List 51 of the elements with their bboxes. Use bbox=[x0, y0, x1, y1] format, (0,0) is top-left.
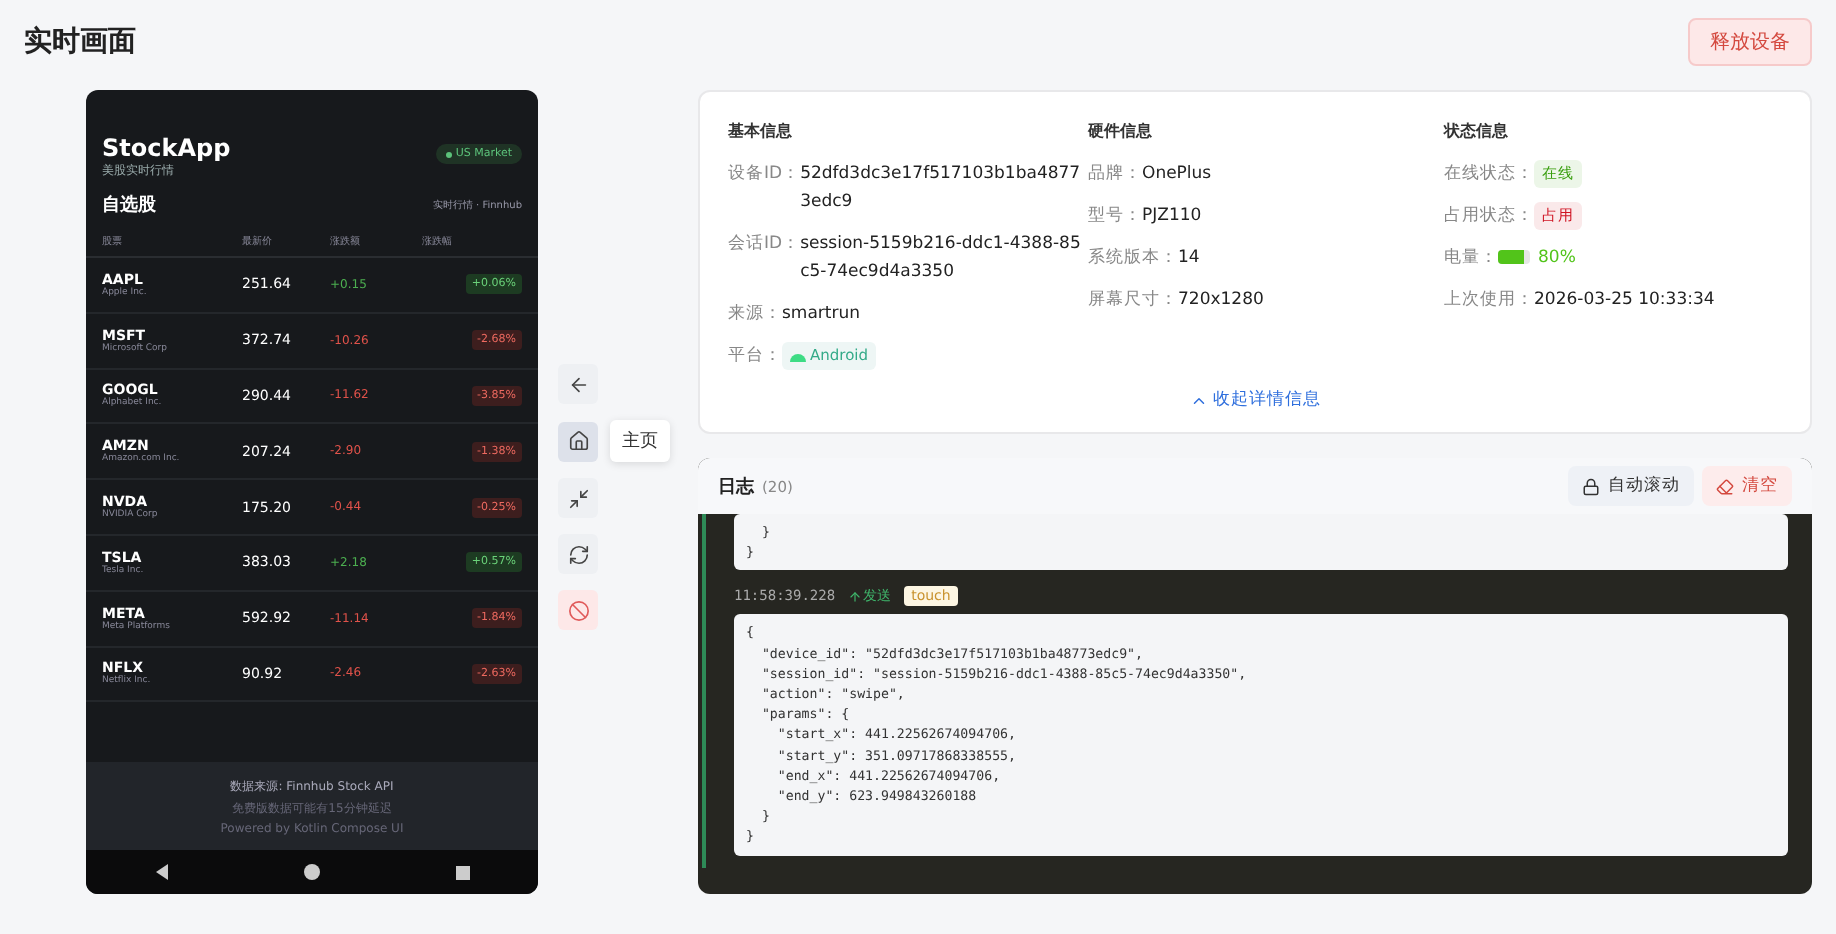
field-value: OnePlus bbox=[1142, 162, 1212, 188]
field-label: 来源： bbox=[728, 302, 782, 328]
battery-icon bbox=[1498, 250, 1530, 264]
section-heading: 硬件信息 bbox=[1088, 120, 1154, 142]
lock-icon bbox=[1582, 477, 1600, 495]
collapse-link[interactable]: 收起详情信息 bbox=[1189, 388, 1321, 412]
field-label: 设备ID： bbox=[728, 162, 801, 188]
rotate-button[interactable] bbox=[558, 534, 598, 574]
log-title: 日志 bbox=[718, 474, 754, 499]
home-circle-icon[interactable] bbox=[304, 864, 321, 880]
field-value: session-5159b216-ddc1-4388-85c5-74ec9d4a3350 bbox=[800, 232, 1083, 286]
phone-screen[interactable] bbox=[86, 90, 538, 894]
rotate-icon bbox=[567, 543, 589, 565]
tooltip: 主页 bbox=[610, 420, 670, 462]
field-value: 14 bbox=[1178, 246, 1200, 272]
field-label: 会话ID： bbox=[728, 232, 801, 258]
field-label: 占用状态： bbox=[1444, 204, 1534, 230]
section-title: 自选股 bbox=[102, 192, 156, 218]
back-triangle-icon[interactable] bbox=[153, 864, 170, 880]
field-label: 上次使用： bbox=[1444, 288, 1534, 314]
field-value: smartrun bbox=[782, 302, 861, 328]
fullscreen-button[interactable] bbox=[558, 478, 598, 518]
field-label: 电量： bbox=[1444, 246, 1498, 272]
recents-square-icon[interactable] bbox=[456, 865, 471, 879]
back-icon bbox=[567, 373, 589, 395]
field-value: PJZ110 bbox=[1142, 204, 1202, 230]
home-icon bbox=[567, 430, 589, 452]
back-button[interactable] bbox=[558, 364, 598, 404]
field-label: 在线状态： bbox=[1444, 162, 1534, 188]
page-title: 实时画面 bbox=[24, 24, 136, 60]
field-value: 2026-03-25 10:33:34 bbox=[1534, 288, 1715, 314]
section-heading: 基本信息 bbox=[728, 120, 794, 142]
field-label: 平台： bbox=[728, 344, 782, 370]
clear-button[interactable]: 清空 bbox=[1702, 466, 1792, 506]
field-label: 屏幕尺寸： bbox=[1088, 288, 1178, 314]
eraser-icon bbox=[1716, 477, 1734, 495]
section-heading: 状态信息 bbox=[1444, 120, 1510, 142]
field-value: 52dfd3dc3e17f517103b1ba48773edc9 bbox=[800, 162, 1083, 216]
field-label: 品牌： bbox=[1088, 162, 1142, 188]
battery-percent: 80% bbox=[1538, 246, 1576, 272]
fullscreen-icon bbox=[567, 487, 589, 509]
home-button[interactable] bbox=[558, 421, 598, 461]
auto-scroll-button[interactable]: 自动滚动 bbox=[1568, 466, 1694, 506]
field-label: 型号： bbox=[1088, 204, 1142, 230]
arrow-up-icon bbox=[847, 589, 862, 604]
field-value: 720x1280 bbox=[1178, 288, 1264, 314]
stop-button[interactable] bbox=[558, 590, 598, 630]
release-button[interactable]: 释放设备 bbox=[1688, 18, 1812, 66]
stop-icon bbox=[567, 599, 589, 621]
field-label: 系统版本： bbox=[1088, 245, 1178, 272]
app-title: StockApp bbox=[102, 134, 231, 162]
